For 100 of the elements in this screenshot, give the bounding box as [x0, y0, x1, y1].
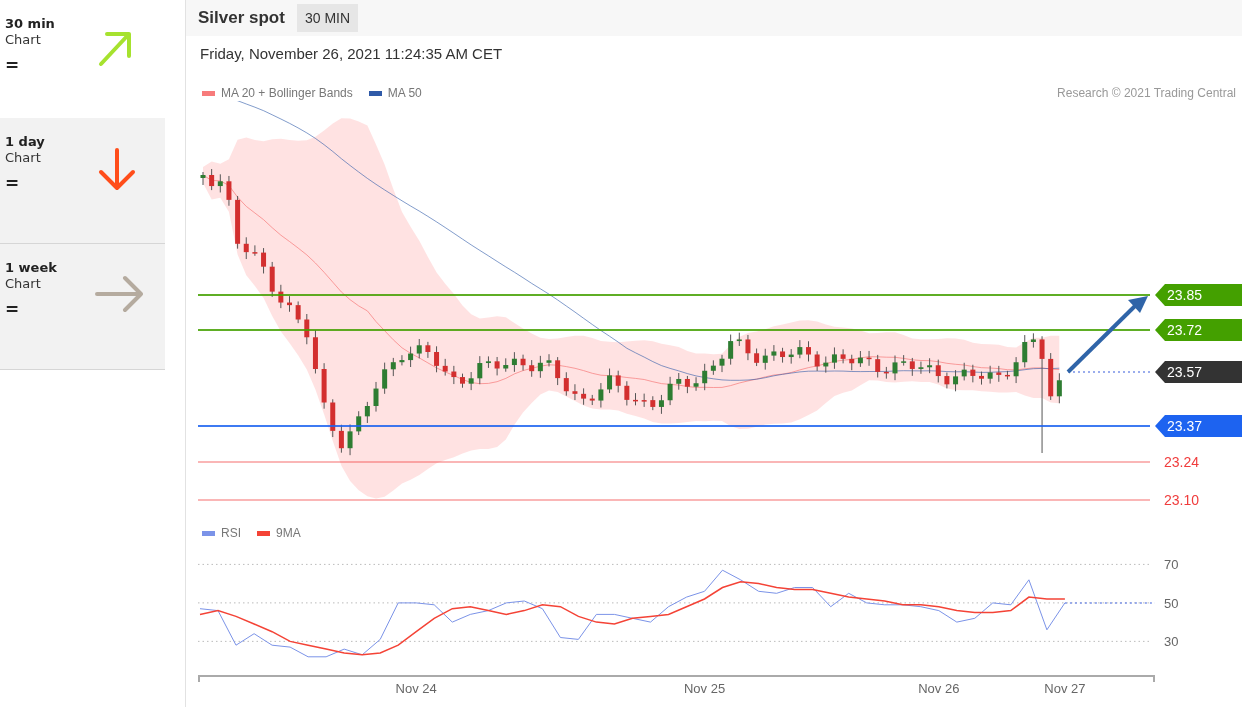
candlestick — [935, 359, 941, 383]
candlestick — [598, 382, 604, 409]
candlestick — [278, 284, 284, 309]
axis-tick-label: Nov 27 — [1044, 681, 1086, 696]
candlestick — [624, 380, 630, 406]
candlestick — [503, 357, 509, 373]
candlestick — [693, 376, 699, 392]
candlestick — [442, 358, 448, 377]
candlestick — [1013, 356, 1019, 384]
axis-tick-label: 50 — [1164, 595, 1179, 611]
candlestick — [650, 395, 656, 411]
candlestick — [1004, 370, 1010, 380]
candlestick — [235, 195, 241, 250]
candlestick — [892, 355, 898, 381]
candlestick — [451, 365, 457, 385]
candlestick — [399, 354, 405, 366]
candlestick — [814, 350, 820, 372]
legend-label: RSI — [221, 526, 241, 540]
candlestick — [762, 348, 768, 371]
candlestick — [1056, 372, 1062, 404]
candlestick — [382, 362, 388, 395]
candlestick — [520, 354, 526, 371]
sidebar-item[interactable]: 1 day Chart = — [0, 118, 165, 244]
candlestick — [615, 370, 621, 393]
candlestick — [970, 364, 976, 383]
candlestick — [494, 356, 500, 376]
legend-swatch — [257, 530, 270, 536]
timestamp: Friday, November 26, 2021 11:24:35 AM CET — [199, 44, 504, 64]
candlestick — [425, 341, 431, 359]
candlestick — [529, 359, 535, 378]
candlestick — [217, 173, 223, 193]
credit-text: Research © 2021 Trading Central — [1057, 86, 1236, 100]
candlestick — [468, 371, 474, 391]
candlestick — [667, 376, 673, 406]
axis-tick-label: Nov 24 — [395, 681, 437, 696]
instrument-title: Silver spot — [198, 8, 285, 28]
candlestick — [209, 168, 215, 191]
candlestick — [736, 332, 742, 347]
candlestick — [728, 334, 734, 366]
candlestick — [918, 361, 924, 375]
candlestick — [979, 371, 984, 386]
candlestick — [321, 362, 327, 410]
chart-label: Chart — [5, 276, 42, 291]
candlestick — [581, 387, 587, 406]
candlestick — [261, 247, 267, 274]
candlestick — [840, 348, 846, 364]
chart-label: Chart — [5, 150, 42, 165]
candlestick — [390, 357, 396, 377]
candlestick — [944, 372, 950, 389]
candlestick — [330, 398, 336, 438]
interval-badge: 30 MIN — [296, 4, 359, 32]
candlestick — [511, 351, 517, 373]
candlestick — [546, 353, 552, 367]
candlestick — [987, 365, 993, 385]
candlestick — [347, 423, 353, 456]
price-tag: 23.37 — [1155, 415, 1242, 437]
timeframe-label: 1 week — [5, 260, 57, 275]
sidebar-item[interactable]: 1 week Chart = — [0, 244, 165, 370]
candlestick — [866, 350, 872, 367]
candlestick — [780, 347, 786, 364]
candlestick — [702, 363, 708, 391]
axis-tick-label: 70 — [1164, 557, 1179, 573]
candlestick — [719, 354, 725, 373]
chart-label: Chart — [5, 32, 42, 47]
candlestick — [961, 362, 967, 381]
candlestick — [901, 354, 907, 367]
candlestick — [788, 348, 794, 365]
candlestick — [572, 383, 578, 401]
candlestick — [312, 329, 318, 374]
candlestick — [589, 394, 595, 406]
candlestick — [771, 344, 777, 362]
axis-tick-label: 30 — [1164, 634, 1179, 650]
level-label: 23.24 — [1164, 454, 1200, 470]
candlestick — [243, 236, 249, 260]
candlestick — [658, 394, 664, 415]
legend-swatch — [202, 530, 215, 536]
legend-label: 9MA — [276, 526, 301, 540]
signal-text: = — [5, 173, 21, 193]
candlestick — [460, 373, 465, 389]
candlestick — [295, 300, 301, 324]
timeframe-label: 30 min — [5, 16, 55, 31]
candlestick — [806, 340, 811, 362]
candlestick — [857, 350, 863, 368]
candlestick — [408, 346, 414, 368]
candlestick — [710, 359, 716, 376]
candlestick — [676, 372, 682, 391]
candlestick — [416, 338, 422, 359]
price-tag: 23.72 — [1155, 319, 1242, 341]
candlestick — [953, 369, 959, 392]
candlestick — [338, 424, 344, 454]
candlestick — [434, 345, 440, 373]
signal-text: = — [5, 299, 21, 319]
level-label: 23.10 — [1164, 492, 1200, 508]
candlestick — [1022, 334, 1028, 368]
candlestick — [252, 244, 258, 257]
candlestick — [537, 355, 543, 379]
candlestick — [909, 357, 915, 377]
price-tag: 23.57 — [1155, 361, 1242, 383]
candlestick — [831, 346, 837, 370]
candlestick — [364, 401, 370, 424]
